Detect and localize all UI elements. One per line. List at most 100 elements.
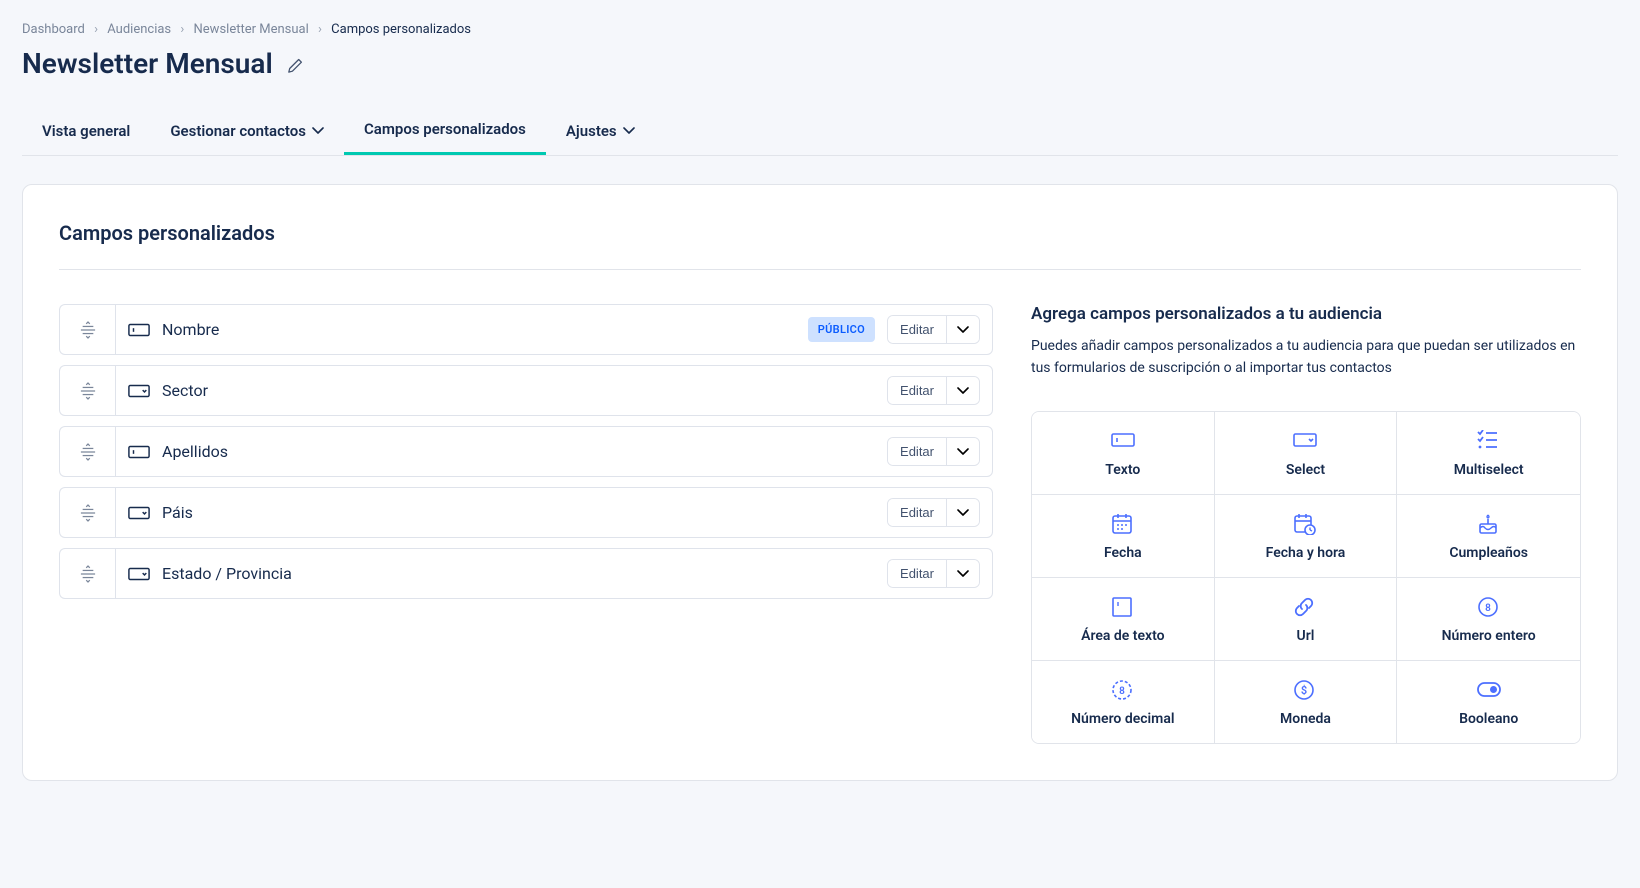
edit-dropdown-button[interactable] [946,560,979,587]
field-type-grid: Texto Select Multiselect Fecha Fecha y hora C… [1031,411,1581,744]
field-type-multiselect[interactable]: Multiselect [1397,412,1580,495]
drag-icon [80,321,96,339]
select-field-icon [128,503,150,523]
field-type-datetime[interactable]: Fecha y hora [1215,495,1398,578]
chevron-down-icon [957,509,969,517]
field-type-birthday[interactable]: Cumpleaños [1397,495,1580,578]
textarea-icon [1042,596,1204,618]
field-name-label: Nombre [162,320,796,339]
chevron-right-icon: › [94,22,98,37]
field-name-label: Sector [162,381,875,400]
field-name-label: Estado / Provincia [162,564,875,583]
tab-campos-personalizados[interactable]: Campos personalizados [344,108,546,155]
breadcrumb-link[interactable]: Audiencias [107,22,171,37]
edit-button-group: Editar [887,437,980,466]
select-field-icon [128,381,150,401]
field-type-label: Área de texto [1042,628,1204,644]
select-field-icon [128,564,150,584]
birthday-icon [1407,513,1570,535]
chevron-down-icon [957,448,969,456]
field-type-date[interactable]: Fecha [1032,495,1215,578]
url-icon [1225,596,1387,618]
field-type-label: Texto [1042,462,1204,478]
breadcrumb: Dashboard › Audiencias › Newsletter Mens… [22,22,1618,37]
chevron-down-icon [957,326,969,334]
drag-handle[interactable] [59,548,115,599]
edit-button-group: Editar [887,315,980,344]
field-type-label: Booleano [1407,711,1570,727]
section-heading: Campos personalizados [59,221,1581,245]
field-row: Páis Editar [59,487,993,538]
drag-handle[interactable] [59,426,115,477]
tab-ajustes[interactable]: Ajustes [546,108,655,155]
field-row: Estado / Provincia Editar [59,548,993,599]
text-field-icon [128,320,150,340]
drag-handle[interactable] [59,304,115,355]
edit-button[interactable]: Editar [888,560,946,587]
field-body: ApellidosEditar [115,426,993,477]
field-type-boolean[interactable]: Booleano [1397,661,1580,743]
drag-icon [80,565,96,583]
breadcrumb-link[interactable]: Dashboard [22,22,85,37]
tab-label: Vista general [42,122,130,140]
field-type-label: Multiselect [1407,462,1570,478]
field-type-integer[interactable]: Número entero [1397,578,1580,661]
text-field-icon [128,442,150,462]
field-type-label: Moneda [1225,711,1387,727]
text-icon [1042,430,1204,452]
field-type-label: Número decimal [1042,711,1204,727]
edit-dropdown-button[interactable] [946,499,979,526]
field-type-label: Fecha y hora [1225,545,1387,561]
drag-handle[interactable] [59,487,115,538]
chevron-down-icon [623,127,635,135]
drag-icon [80,443,96,461]
edit-dropdown-button[interactable] [946,438,979,465]
tab-vista-general[interactable]: Vista general [22,108,150,155]
edit-button-group: Editar [887,559,980,588]
page-title: Newsletter Mensual [22,47,273,80]
field-type-currency[interactable]: Moneda [1215,661,1398,743]
edit-button[interactable]: Editar [888,316,946,343]
field-type-label: Url [1225,628,1387,644]
field-type-select[interactable]: Select [1215,412,1398,495]
field-type-text[interactable]: Texto [1032,412,1215,495]
edit-button-group: Editar [887,498,980,527]
edit-title-button[interactable] [287,55,305,73]
field-body: NombrePÚBLICOEditar [115,304,993,355]
select-icon [1225,430,1387,452]
drag-handle[interactable] [59,365,115,416]
edit-button[interactable]: Editar [888,438,946,465]
drag-icon [80,382,96,400]
edit-button[interactable]: Editar [888,377,946,404]
integer-icon [1407,596,1570,618]
edit-button-group: Editar [887,376,980,405]
edit-dropdown-button[interactable] [946,316,979,343]
boolean-icon [1407,679,1570,701]
panel-subtitle: Puedes añadir campos personalizados a tu… [1031,336,1581,379]
field-name-label: Páis [162,503,875,522]
field-type-label: Número entero [1407,628,1570,644]
field-type-textarea[interactable]: Área de texto [1032,578,1215,661]
breadcrumb-link[interactable]: Newsletter Mensual [194,22,309,37]
field-type-decimal[interactable]: Número decimal [1032,661,1215,743]
field-body: Sector Editar [115,365,993,416]
chevron-right-icon: › [180,22,184,37]
custom-fields-card: Campos personalizados NombrePÚBLICOEdita… [22,184,1618,781]
field-type-url[interactable]: Url [1215,578,1398,661]
chevron-right-icon: › [318,22,322,37]
currency-icon [1225,679,1387,701]
tab-gestionar-contactos[interactable]: Gestionar contactos [150,108,344,155]
field-body: Estado / Provincia Editar [115,548,993,599]
edit-dropdown-button[interactable] [946,377,979,404]
multiselect-icon [1407,430,1570,452]
field-types-panel: Agrega campos personalizados a tu audien… [1031,304,1581,744]
datetime-icon [1225,513,1387,535]
breadcrumb-current: Campos personalizados [331,22,471,37]
field-type-label: Fecha [1042,545,1204,561]
chevron-down-icon [957,570,969,578]
tab-label: Campos personalizados [364,120,526,138]
panel-title: Agrega campos personalizados a tu audien… [1031,304,1581,324]
edit-button[interactable]: Editar [888,499,946,526]
field-body: Páis Editar [115,487,993,538]
field-row: NombrePÚBLICOEditar [59,304,993,355]
